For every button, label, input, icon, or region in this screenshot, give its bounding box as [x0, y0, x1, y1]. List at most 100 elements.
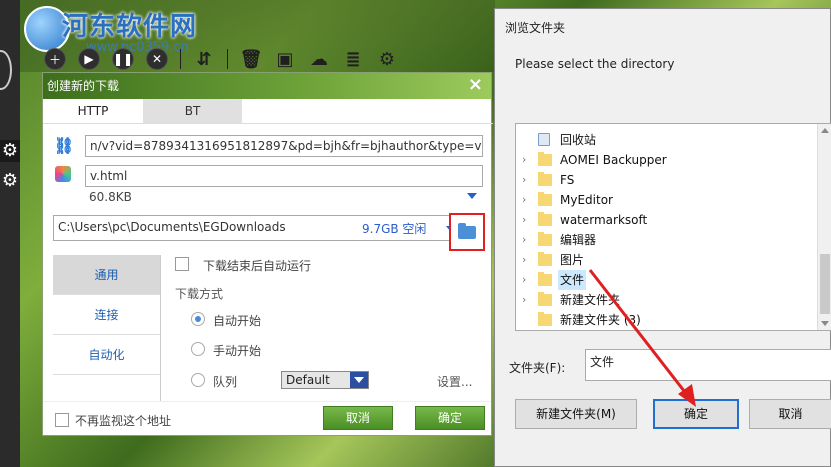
- ok-button[interactable]: 确定: [653, 399, 739, 429]
- browse-dialog-title: 浏览文件夹: [505, 21, 566, 35]
- tree-item-selected[interactable]: › 文件: [516, 270, 816, 290]
- chevron-down-icon[interactable]: [350, 372, 368, 388]
- toolbar-separator: [227, 49, 228, 69]
- manual-start-radio[interactable]: [191, 342, 205, 356]
- tab-bt[interactable]: BT: [143, 99, 242, 123]
- tree-item[interactable]: › 编辑器: [516, 230, 816, 250]
- scroll-up-icon[interactable]: [821, 128, 829, 133]
- close-icon[interactable]: ×: [468, 74, 483, 95]
- cancel-button[interactable]: 取消: [323, 406, 393, 430]
- folder-field-label: 文件夹(F):: [509, 361, 566, 375]
- manual-start-label: 手动开始: [213, 344, 262, 358]
- tab-divider: [43, 123, 493, 124]
- tree-item-label: 图片: [560, 253, 585, 267]
- chevron-right-icon[interactable]: ›: [522, 210, 532, 230]
- tree-item-label: 新建文件夹: [560, 293, 621, 307]
- ok-button[interactable]: 确定: [415, 406, 485, 430]
- tree-item[interactable]: 回收站: [516, 130, 816, 150]
- browse-folder-button[interactable]: [449, 213, 485, 251]
- add-icon[interactable]: ＋: [44, 48, 66, 70]
- tab-http[interactable]: HTTP: [43, 99, 143, 123]
- toolbar-separator: [180, 49, 181, 69]
- settings-link[interactable]: 设置...: [437, 373, 472, 390]
- tree-item-label: FS: [560, 173, 575, 187]
- gear-icon[interactable]: ⚙: [0, 170, 20, 192]
- gear-icon[interactable]: ⚙: [0, 140, 20, 162]
- tree-item[interactable]: › FS: [516, 170, 816, 190]
- side-tab-connection[interactable]: 连接: [53, 295, 160, 335]
- watermark-title: 河东软件网: [62, 12, 198, 42]
- no-monitor-checkbox[interactable]: [55, 413, 69, 427]
- chevron-right-icon[interactable]: ›: [522, 170, 532, 190]
- database-icon[interactable]: ≣: [342, 48, 364, 70]
- delete-icon[interactable]: 🗑: [240, 48, 263, 70]
- queue-radio[interactable]: [191, 373, 205, 387]
- save-directory-field[interactable]: C:\Users\pc\Documents\EGDownloads 9.7GB …: [53, 215, 483, 241]
- folder-icon: [538, 252, 552, 266]
- side-tab-general[interactable]: 通用: [53, 255, 160, 295]
- scrollbar-thumb[interactable]: [820, 254, 830, 314]
- settings-icon[interactable]: ⚙: [376, 48, 398, 70]
- folder-icon: [538, 292, 552, 306]
- browse-folder-dialog: 浏览文件夹 Please select the directory 回收站 › …: [494, 8, 831, 467]
- side-tab-automation[interactable]: 自动化: [53, 335, 160, 375]
- tree-scrollbar[interactable]: [817, 124, 831, 330]
- play-icon[interactable]: ▶: [78, 48, 100, 70]
- tree-item-label: 编辑器: [560, 233, 597, 247]
- filename-field[interactable]: v.html: [85, 165, 483, 187]
- url-field[interactable]: n/v?vid=8789341316951812897&pd=bjh&fr=bj…: [85, 135, 483, 157]
- chevron-right-icon[interactable]: ›: [522, 150, 532, 170]
- tree-item-label: 新建文件夹 (3): [560, 313, 641, 327]
- tree-item-label: AOMEI Backupper: [560, 153, 667, 167]
- new-folder-button[interactable]: 新建文件夹(M): [515, 399, 637, 429]
- auto-start-radio[interactable]: [191, 312, 205, 326]
- sort-icon[interactable]: ⇵: [193, 48, 215, 70]
- folder-icon: [538, 312, 552, 326]
- link-icon: ⛓: [53, 136, 75, 155]
- cancel-button[interactable]: 取消: [749, 399, 831, 429]
- chevron-right-icon[interactable]: ›: [522, 230, 532, 250]
- video-icon[interactable]: ▣: [274, 48, 296, 70]
- folder-icon: [538, 152, 552, 166]
- tree-item[interactable]: › watermarksoft: [516, 210, 816, 230]
- chevron-right-icon[interactable]: ›: [522, 270, 532, 290]
- tree-item[interactable]: › AOMEI Backupper: [516, 150, 816, 170]
- stop-icon[interactable]: ✕: [146, 48, 168, 70]
- download-mode-label: 下载方式: [175, 287, 224, 301]
- tree-item[interactable]: › 图片: [516, 250, 816, 270]
- chevron-right-icon[interactable]: ›: [522, 290, 532, 310]
- queue-label: 队列: [213, 375, 238, 389]
- scroll-down-icon[interactable]: [821, 321, 829, 326]
- auto-run-checkbox[interactable]: [175, 257, 189, 271]
- directory-path: C:\Users\pc\Documents\EGDownloads: [58, 220, 286, 234]
- footer-divider: [43, 401, 491, 402]
- folder-icon: [538, 192, 552, 206]
- queue-select-value: Default: [286, 373, 330, 387]
- pause-icon[interactable]: ❚❚: [112, 48, 134, 70]
- download-cloud-icon[interactable]: ☁: [308, 48, 330, 70]
- file-type-icon: [55, 166, 71, 182]
- tree-item[interactable]: › 新建文件夹: [516, 290, 816, 310]
- auto-start-label: 自动开始: [213, 314, 262, 328]
- dialog-title: 创建新的下载: [47, 79, 120, 93]
- no-monitor-label: 不再监视这个地址: [75, 414, 172, 428]
- chevron-down-icon[interactable]: [467, 193, 477, 199]
- new-download-dialog: 创建新的下载 × HTTP BT ⛓ n/v?vid=8789341316951…: [42, 72, 493, 436]
- folder-icon: [538, 272, 552, 286]
- toolbar-buttons: ＋ ▶ ❚❚ ✕ ⇵ 🗑 ▣ ☁ ≣ ⚙: [44, 46, 410, 72]
- queue-select[interactable]: Default: [281, 371, 369, 389]
- protocol-tabs: HTTP BT: [43, 99, 491, 123]
- folder-input[interactable]: 文件: [585, 349, 831, 381]
- file-size: 60.8KB: [89, 190, 132, 204]
- folder-tree[interactable]: 回收站 › AOMEI Backupper › FS › MyEditor › …: [515, 123, 831, 331]
- recycle-bin-icon: [538, 133, 550, 146]
- tree-item[interactable]: › MyEditor: [516, 190, 816, 210]
- tree-item[interactable]: 新建文件夹 (3): [516, 310, 816, 330]
- tree-item-label: MyEditor: [560, 193, 613, 207]
- tree-item-label: 文件: [558, 270, 587, 290]
- folder-icon: [538, 232, 552, 246]
- app-left-strip: ⚙ ⚙: [0, 0, 20, 467]
- chevron-right-icon[interactable]: ›: [522, 250, 532, 270]
- tree-item-label: 回收站: [560, 133, 597, 147]
- chevron-right-icon[interactable]: ›: [522, 190, 532, 210]
